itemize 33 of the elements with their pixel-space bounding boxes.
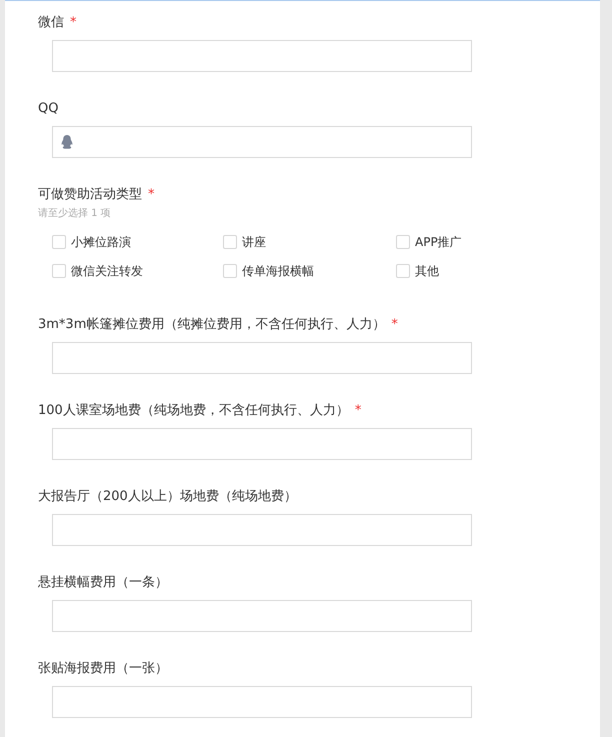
field-label-text: QQ (38, 101, 58, 116)
input-field[interactable] (52, 126, 472, 158)
field-label-text: 100人课室场地费（纯场地费，不含任何执行、人力） (38, 403, 349, 418)
required-mark: * (148, 187, 154, 202)
field-label-text: 张贴海报费用（一张） (38, 661, 168, 676)
checkbox[interactable] (52, 264, 66, 278)
checkbox-label: 传单海报横幅 (242, 263, 314, 280)
penguin-icon (61, 135, 73, 149)
required-mark: * (354, 403, 362, 418)
field-label-text: 可做赞助活动类型 (38, 187, 142, 202)
input-field[interactable] (52, 514, 472, 546)
checkbox-label: 微信关注转发 (71, 263, 143, 280)
input-field[interactable] (52, 428, 472, 460)
checkbox-label: 小摊位路演 (71, 234, 131, 251)
checkbox-label: 讲座 (242, 234, 266, 251)
field-label-text: 悬挂横幅费用（一条） (38, 575, 168, 590)
checkbox[interactable] (223, 264, 237, 278)
input-field[interactable] (52, 600, 472, 632)
checkbox[interactable] (396, 235, 410, 249)
checkbox-label: APP推广 (415, 234, 462, 251)
checkbox[interactable] (396, 264, 410, 278)
input-field[interactable] (52, 40, 472, 72)
required-mark: * (391, 317, 398, 332)
required-mark: * (70, 15, 76, 30)
input-field[interactable] (52, 342, 472, 374)
checkbox[interactable] (52, 235, 66, 249)
field-label-text: 3m*3m帐篷摊位费用（纯摊位费用，不含任何执行、人力） (38, 317, 386, 332)
field-label-text: 微信 (38, 15, 64, 30)
input-field[interactable] (52, 686, 472, 718)
checkbox-label: 其他 (415, 263, 439, 280)
field-label-text: 大报告厅（200人以上）场地费（纯场地费） (38, 489, 297, 504)
checkbox[interactable] (223, 235, 237, 249)
hint-text: 请至少选择 1 项 (38, 207, 112, 221)
